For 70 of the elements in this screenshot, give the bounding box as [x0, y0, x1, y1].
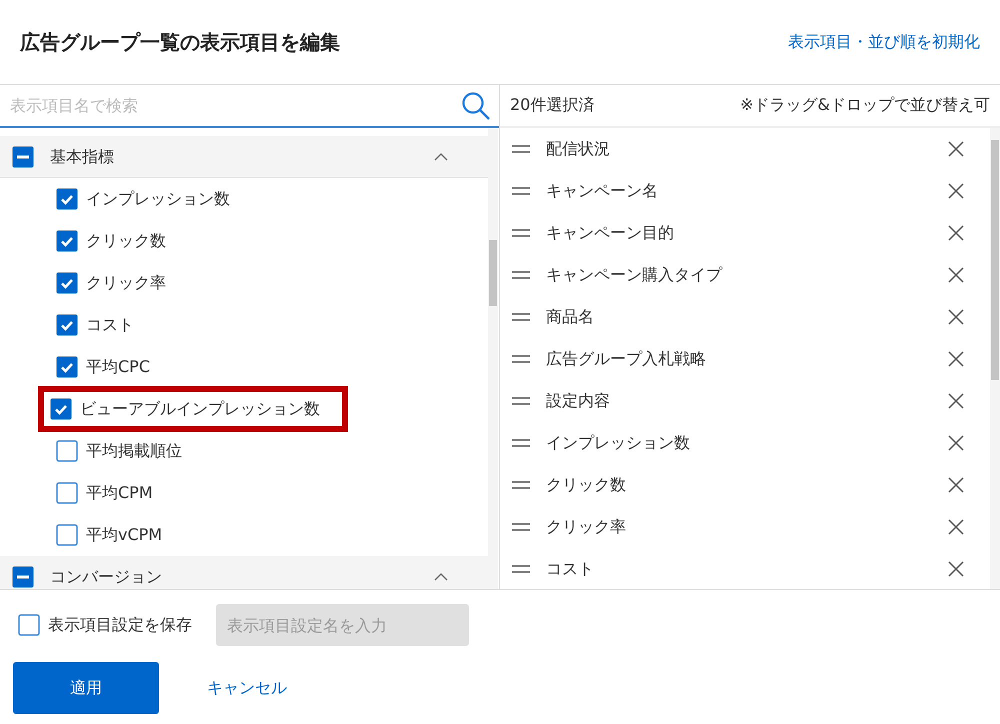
close-icon[interactable]	[948, 182, 964, 199]
close-icon[interactable]	[948, 308, 964, 325]
close-icon[interactable]	[948, 560, 964, 577]
checkbox[interactable]	[12, 146, 34, 168]
selected-count: 20件選択済	[510, 94, 594, 116]
search-icon[interactable]	[461, 90, 491, 120]
selected-item-label: キャンペーン購入タイプ	[546, 264, 724, 286]
item-label: 平均vCPM	[86, 524, 162, 546]
checkbox[interactable]	[56, 230, 78, 252]
reset-link[interactable]: 表示項目・並び順を初期化	[788, 30, 980, 54]
close-icon[interactable]	[948, 434, 964, 451]
group-label: 基本指標	[50, 146, 115, 168]
checkbox[interactable]	[56, 482, 78, 504]
selected-item-label: 配信状況	[546, 138, 611, 160]
item-label: 平均掲載順位	[86, 440, 182, 462]
item-label: 平均CPM	[86, 482, 153, 504]
selected-item-label: キャンペーン名	[546, 180, 659, 202]
checkbox[interactable]	[12, 566, 34, 588]
dialog-title: 広告グループ一覧の表示項目を編集	[20, 30, 340, 54]
selected-item-label: クリック数	[546, 474, 627, 496]
cancel-link[interactable]: キャンセル	[207, 676, 287, 700]
drag-handle-icon[interactable]	[512, 270, 530, 279]
checkbox[interactable]	[18, 614, 40, 636]
drag-handle-icon[interactable]	[512, 186, 530, 195]
close-icon[interactable]	[948, 266, 964, 283]
item-label: 平均CPC	[86, 356, 150, 378]
item-label: インプレッション数	[86, 188, 230, 210]
drag-handle-icon[interactable]	[512, 480, 530, 489]
drag-handle-icon[interactable]	[512, 438, 530, 447]
checkbox[interactable]	[56, 272, 78, 294]
drag-handle-icon[interactable]	[512, 354, 530, 363]
apply-button[interactable]: 適用	[13, 662, 159, 714]
checkbox[interactable]	[56, 524, 78, 546]
selected-item-label: キャンペーン目的	[546, 222, 675, 244]
drag-handle-icon[interactable]	[512, 228, 530, 237]
drag-handle-icon[interactable]	[512, 396, 530, 405]
checkbox[interactable]	[56, 440, 78, 462]
save-setting-label: 表示項目設定を保存	[48, 614, 192, 636]
selected-item-label: コスト	[546, 558, 595, 580]
selected-item-label: 商品名	[546, 306, 595, 328]
group-header[interactable]: コンバージョン	[0, 556, 488, 589]
close-icon[interactable]	[948, 518, 964, 535]
drag-handle-icon[interactable]	[512, 522, 530, 531]
chevron-icon[interactable]	[434, 572, 448, 580]
close-icon[interactable]	[948, 350, 964, 367]
item-label: ビューアブルインプレッション数	[80, 398, 320, 420]
drag-handle-icon[interactable]	[512, 312, 530, 321]
reorder-hint: ※ドラッグ&ドロップで並び替え可	[740, 94, 990, 116]
close-icon[interactable]	[948, 392, 964, 409]
item-label: コスト	[86, 314, 134, 336]
group-header[interactable]: 基本指標	[0, 136, 488, 178]
item-label: クリック率	[86, 272, 166, 294]
selected-item-label: インプレッション数	[546, 432, 691, 454]
scrollbar[interactable]	[488, 128, 498, 589]
close-icon[interactable]	[948, 476, 964, 493]
close-icon[interactable]	[948, 140, 964, 157]
close-icon[interactable]	[948, 224, 964, 241]
chevron-icon[interactable]	[434, 152, 448, 160]
checkbox[interactable]	[50, 398, 72, 420]
drag-handle-icon[interactable]	[512, 144, 530, 153]
selected-item-label: 設定内容	[546, 390, 611, 412]
group-label: コンバージョン	[50, 566, 163, 588]
checkbox[interactable]	[56, 314, 78, 336]
selected-item-label: 広告グループ入札戦略	[546, 348, 707, 370]
checkbox[interactable]	[56, 188, 78, 210]
scrollbar[interactable]	[990, 128, 1000, 589]
checkbox[interactable]	[56, 356, 78, 378]
item-label: クリック数	[86, 230, 166, 252]
drag-handle-icon[interactable]	[512, 564, 530, 573]
selected-item-label: クリック率	[546, 516, 627, 538]
